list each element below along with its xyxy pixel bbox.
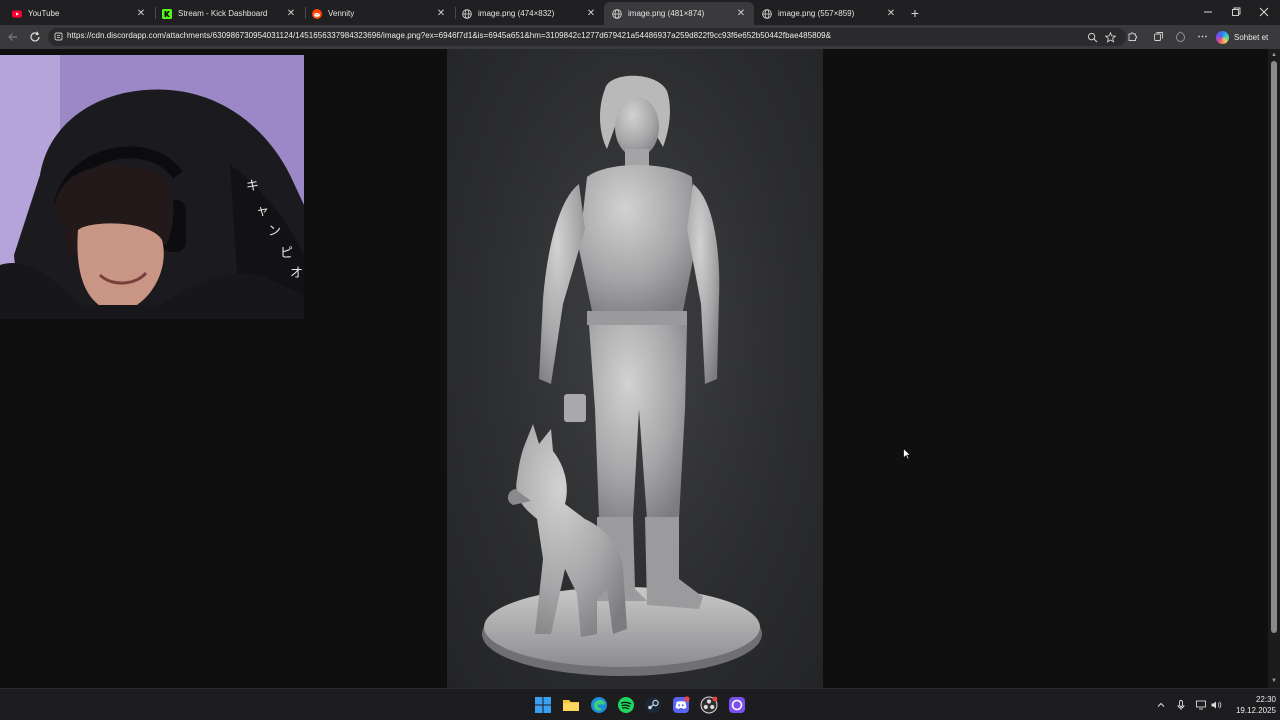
tab-close-icon[interactable]: ✕ — [136, 8, 146, 19]
tab-close-icon[interactable]: ✕ — [436, 8, 446, 19]
tab-title: image.png (474×832) — [478, 9, 555, 18]
system-clock[interactable]: 22:30 19.12.2025 — [1228, 694, 1276, 716]
tab-youtube[interactable]: YouTube ✕ — [4, 2, 154, 25]
clock-time: 22:30 — [1255, 695, 1276, 704]
volume-icon[interactable] — [1210, 699, 1222, 711]
scroll-down-icon[interactable]: ▼ — [1270, 677, 1278, 685]
mouse-cursor-icon — [903, 448, 911, 460]
copilot-button[interactable]: Sohbet et — [1216, 28, 1268, 46]
collections-icon[interactable] — [1153, 31, 1164, 42]
page-scrollbar[interactable]: ▲ ▼ — [1268, 49, 1280, 688]
tab-title: YouTube — [28, 9, 60, 18]
globe-icon — [762, 8, 772, 19]
tab-title: Vennity — [328, 9, 355, 18]
tab-close-icon[interactable]: ✕ — [736, 8, 746, 19]
figure-sculpt-graphic — [482, 75, 762, 676]
steam-icon[interactable] — [644, 696, 662, 714]
tab-strip: YouTube ✕ Stream - Kick Dashboard ✕ Venn… — [0, 0, 1280, 25]
chair-lettering: キ — [246, 179, 259, 194]
reddit-icon — [312, 8, 322, 19]
discord-icon[interactable] — [672, 696, 690, 714]
svg-text:ン: ン — [268, 224, 281, 239]
address-bar[interactable]: https://cdn.discordapp.com/attachments/6… — [48, 28, 1126, 46]
windows-start-icon[interactable] — [534, 696, 552, 714]
extensions-icon[interactable] — [1127, 31, 1138, 42]
browser-toolbar: https://cdn.discordapp.com/attachments/6… — [0, 25, 1280, 49]
clock-date: 19.12.2025 — [1235, 706, 1276, 715]
copilot-label: Sohbet et — [1234, 32, 1269, 42]
youtube-icon — [12, 10, 22, 17]
tab-close-icon[interactable]: ✕ — [286, 8, 296, 19]
restore-icon[interactable] — [1229, 7, 1243, 17]
refresh-icon[interactable] — [28, 30, 42, 44]
tab-image-481-active[interactable]: image.png (481×874) ✕ — [604, 2, 754, 25]
sculpt-render-image — [447, 49, 823, 688]
edge-icon[interactable] — [590, 696, 608, 714]
back-arrow-icon[interactable] — [6, 30, 20, 44]
performance-icon[interactable] — [1175, 31, 1186, 42]
globe-icon — [612, 8, 622, 19]
obs-icon[interactable] — [700, 696, 718, 714]
kick-icon — [162, 8, 172, 19]
tray-chevron-up-icon[interactable] — [1155, 699, 1167, 711]
tab-vennity[interactable]: Vennity ✕ — [304, 2, 454, 25]
copilot-icon — [1216, 30, 1229, 44]
app-circle-icon[interactable] — [728, 696, 746, 714]
svg-text:ピ: ピ — [280, 246, 293, 261]
tab-title: image.png (557×859) — [778, 9, 855, 18]
scroll-up-icon[interactable]: ▲ — [1270, 51, 1278, 59]
site-info-icon[interactable] — [54, 32, 63, 41]
tab-kick-dashboard[interactable]: Stream - Kick Dashboard ✕ — [154, 2, 304, 25]
network-display-icon[interactable] — [1195, 699, 1207, 711]
more-options-icon[interactable] — [1197, 31, 1208, 42]
microphone-icon[interactable] — [1175, 699, 1187, 711]
streamer-webcam-graphic: キ ャ ン ピ オ — [0, 55, 304, 319]
spotify-icon[interactable] — [617, 696, 635, 714]
minimize-icon[interactable] — [1201, 7, 1215, 17]
tab-close-icon[interactable]: ✕ — [586, 8, 596, 19]
svg-text:ャ: ャ — [256, 204, 269, 219]
webcam-overlay: キ ャ ン ピ オ — [0, 55, 304, 319]
file-explorer-icon[interactable] — [562, 696, 580, 714]
svg-text:オ: オ — [290, 266, 303, 281]
scrollbar-thumb[interactable] — [1271, 61, 1277, 633]
windows-taskbar: 22:30 19.12.2025 — [0, 688, 1280, 720]
tab-image-474[interactable]: image.png (474×832) ✕ — [454, 2, 604, 25]
zoom-icon[interactable] — [1087, 32, 1098, 43]
tab-close-icon[interactable]: ✕ — [886, 8, 896, 19]
close-window-icon[interactable] — [1257, 7, 1271, 17]
screen: YouTube ✕ Stream - Kick Dashboard ✕ Venn… — [0, 0, 1280, 720]
tab-title: image.png (481×874) — [628, 9, 705, 18]
globe-icon — [462, 8, 472, 19]
tab-title: Stream - Kick Dashboard — [178, 9, 268, 18]
new-tab-button[interactable]: + — [907, 5, 923, 21]
url-text: https://cdn.discordapp.com/attachments/6… — [67, 31, 831, 40]
favorite-star-icon[interactable] — [1105, 32, 1116, 43]
tab-image-557[interactable]: image.png (557×859) ✕ — [754, 2, 904, 25]
